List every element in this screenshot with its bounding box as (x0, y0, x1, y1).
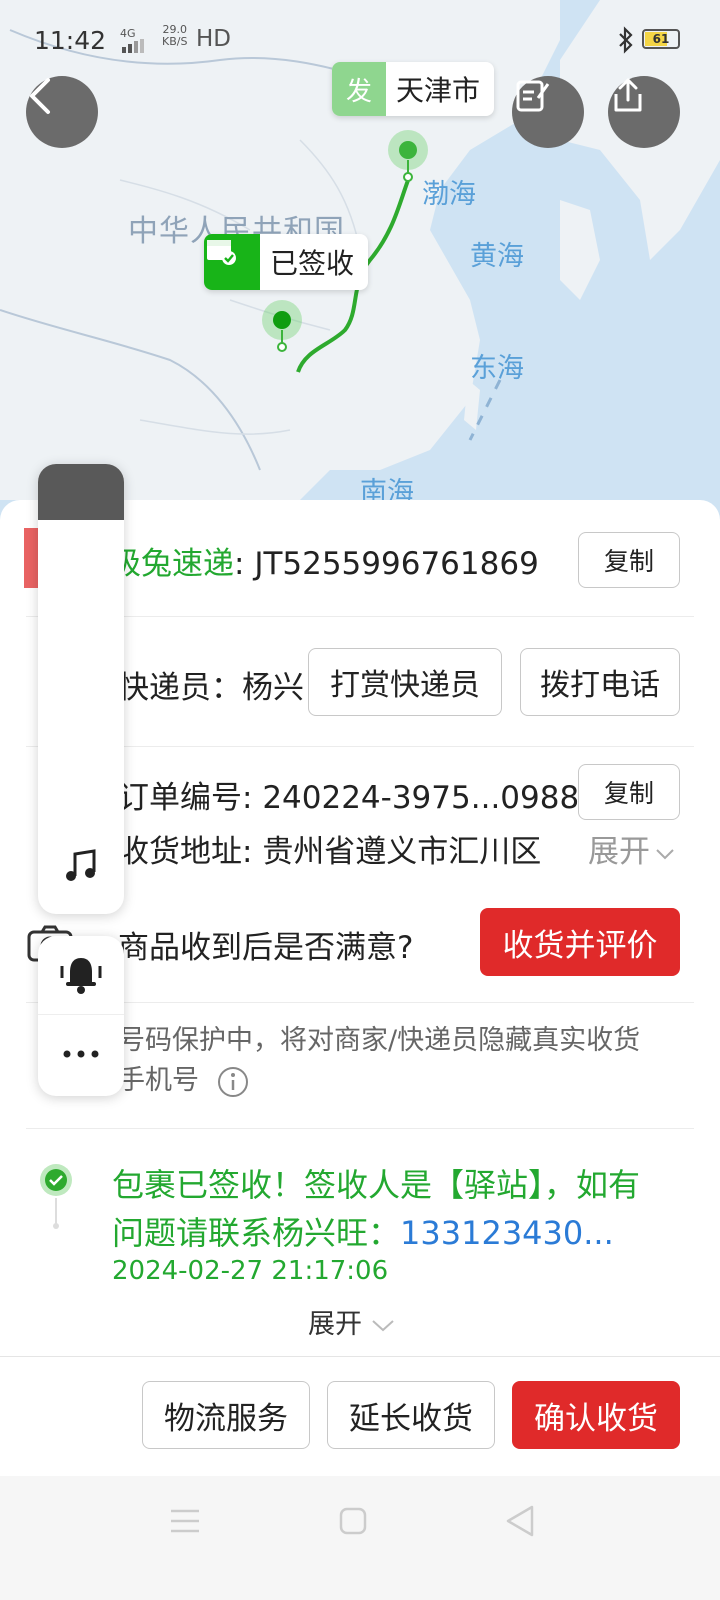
address-label: 收货地址: (118, 834, 263, 870)
package-signed-icon (204, 234, 260, 290)
bluetooth-icon (616, 26, 636, 60)
floating-tools-panel[interactable] (38, 936, 124, 1096)
tracking-expand[interactable]: 展开 (308, 1302, 396, 1341)
copy-order-button[interactable]: 复制 (578, 764, 680, 820)
share-button[interactable] (608, 76, 680, 148)
speed-unit: KB/S (162, 35, 188, 48)
tracking-message-line1: 包裹已签收！签收人是【驿站】，如有 (112, 1166, 641, 1204)
address-expand-label: 展开 (588, 834, 650, 870)
system-navigation-bar (0, 1476, 720, 1600)
info-icon[interactable] (216, 1065, 250, 1099)
address-expand[interactable]: 展开 (588, 826, 676, 871)
courier-label: 快递员： (118, 670, 242, 706)
chevron-down-icon (372, 1320, 394, 1332)
call-courier-button[interactable]: 拨打电话 (520, 648, 680, 716)
more-icon[interactable] (62, 1044, 100, 1063)
back-nav-icon[interactable] (504, 1504, 536, 1542)
divider (26, 746, 694, 747)
battery-level: 61 (652, 32, 670, 46)
carrier-name: 极兔速递 (110, 546, 234, 582)
extend-receipt-button[interactable]: 延长收货 (327, 1381, 495, 1449)
signed-status-label: 已签收 (270, 247, 355, 280)
bell-icon[interactable] (56, 952, 106, 1000)
tracking-map[interactable]: 中华人民共和国 渤海 黄海 东海 南海 发 天津市 已签收 (0, 0, 720, 540)
order-number-label: 订单编号: (118, 780, 263, 816)
floating-media-panel[interactable] (38, 464, 124, 914)
battery-indicator: 61 (642, 29, 680, 49)
tracking-expand-label: 展开 (308, 1309, 362, 1340)
chevron-down-icon (656, 849, 674, 860)
receive-and-review-button[interactable]: 收货并评价 (480, 908, 680, 976)
divider (38, 1014, 124, 1015)
status-time: 11:42 (34, 26, 107, 55)
divider (26, 616, 694, 617)
network-speed: 29.0 KB/S (162, 24, 187, 48)
carrier-separator: : (234, 546, 255, 582)
tracking-message-line2: 问题请联系杨兴旺：133123430... (112, 1208, 614, 1254)
address-row: 收货地址: 贵州省遵义市汇川区 (118, 826, 541, 871)
order-number[interactable]: 240224-3975...0988 (262, 780, 579, 816)
sea-label-donghai: 东海 (470, 353, 524, 384)
logistics-service-button[interactable]: 物流服务 (142, 1381, 310, 1449)
network-indicator: 4G (120, 28, 150, 55)
back-icon (30, 78, 50, 114)
tracking-timestamp: 2024-02-27 21:17:06 (112, 1256, 389, 1286)
tip-courier-button[interactable]: 打赏快递员 (308, 648, 502, 716)
privacy-text-line1: 号码保护中，将对商家/快递员隐藏真实收货 (118, 1025, 641, 1056)
bottom-action-bar: 物流服务 延长收货 确认收货 (0, 1356, 720, 1477)
divider (26, 1128, 694, 1129)
tracking-message-prefix: 问题请联系杨兴旺： (112, 1214, 401, 1252)
menu-nav-icon[interactable] (168, 1506, 202, 1540)
tracking-number[interactable]: JT5255996761869 (254, 546, 538, 582)
share-icon (614, 78, 642, 112)
courier-info: 快递员：杨兴 (118, 662, 304, 707)
hd-indicator: HD (196, 26, 232, 52)
check-icon (38, 1164, 74, 1234)
divider (26, 1002, 694, 1003)
address-value: 贵州省遵义市汇川区 (262, 834, 542, 870)
courier-name: 杨兴 (242, 670, 304, 706)
privacy-text-line2-label: 手机号 (118, 1065, 199, 1096)
signal-icon (122, 39, 144, 53)
copy-tracking-button[interactable]: 复制 (578, 532, 680, 588)
music-icon[interactable] (62, 848, 100, 890)
signed-pin-label[interactable]: 已签收 (204, 234, 369, 290)
satisfaction-question: 商品收到后是否满意? (118, 930, 414, 966)
floating-panel-header[interactable] (38, 464, 124, 520)
order-number-row: 订单编号: 240224-3975...0988 (118, 772, 579, 817)
edit-note-icon (516, 80, 550, 112)
status-bar: 11:42 4G 29.0 KB/S HD 61 (0, 0, 720, 80)
sea-label-huanghai: 黄海 (470, 241, 524, 272)
courier-phone-link[interactable]: 133123430... (400, 1214, 614, 1252)
home-nav-icon[interactable] (338, 1506, 368, 1540)
carrier-tracking: 极兔速递: JT5255996761869 (110, 538, 539, 583)
edit-note-button[interactable] (512, 76, 584, 148)
confirm-receipt-button[interactable]: 确认收货 (512, 1381, 680, 1449)
privacy-text-line2: 手机号 (118, 1058, 250, 1099)
back-button[interactable] (26, 76, 98, 148)
sea-label-bohai: 渤海 (422, 179, 476, 210)
